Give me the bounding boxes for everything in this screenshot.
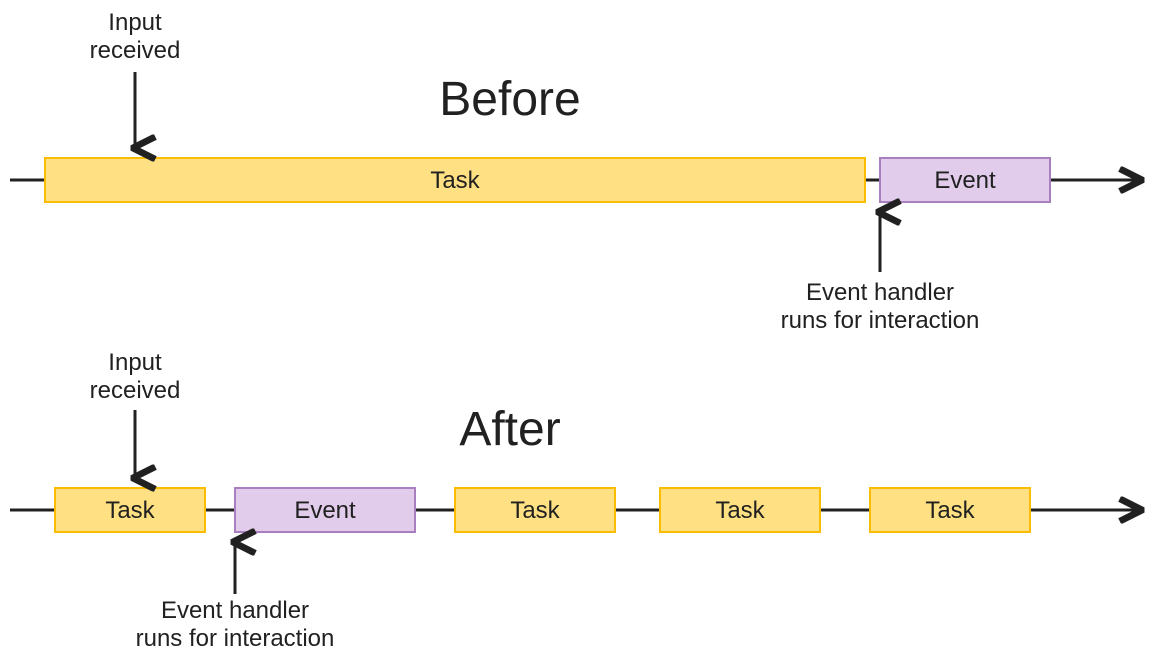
before-handler-line1: Event handler <box>806 279 954 306</box>
before-event-box: Event <box>880 158 1050 202</box>
before-handler-annotation: Event handler runs for interaction <box>781 212 980 334</box>
after-task1-label: Task <box>105 497 155 524</box>
after-title: After <box>459 403 560 456</box>
after-task2-box: Task <box>455 488 615 532</box>
after-section: After Task Event Task Task Task Input re… <box>10 349 1140 647</box>
after-task3-label: Task <box>715 497 765 524</box>
after-event-box: Event <box>235 488 415 532</box>
before-input-line1: Input <box>108 9 162 36</box>
after-input-annotation: Input received <box>90 349 181 478</box>
after-task3-box: Task <box>660 488 820 532</box>
after-handler-annotation: Event handler runs for interaction <box>136 542 335 647</box>
before-input-line2: received <box>90 37 181 64</box>
after-handler-line1: Event handler <box>161 597 309 624</box>
before-section: Before Task Event Input received Event h… <box>10 9 1140 334</box>
after-input-line2: received <box>90 377 181 404</box>
after-handler-line2: runs for interaction <box>136 625 335 647</box>
before-event-label: Event <box>934 167 996 194</box>
before-handler-line2: runs for interaction <box>781 307 980 334</box>
before-task-label: Task <box>430 167 480 194</box>
before-task-box: Task <box>45 158 865 202</box>
after-event-label: Event <box>294 497 356 524</box>
before-title: Before <box>439 73 580 126</box>
after-task2-label: Task <box>510 497 560 524</box>
after-task4-box: Task <box>870 488 1030 532</box>
after-input-line1: Input <box>108 349 162 376</box>
before-input-annotation: Input received <box>90 9 181 148</box>
after-task1-box: Task <box>55 488 205 532</box>
diagram: Before Task Event Input received Event h… <box>0 0 1155 647</box>
after-task4-label: Task <box>925 497 975 524</box>
